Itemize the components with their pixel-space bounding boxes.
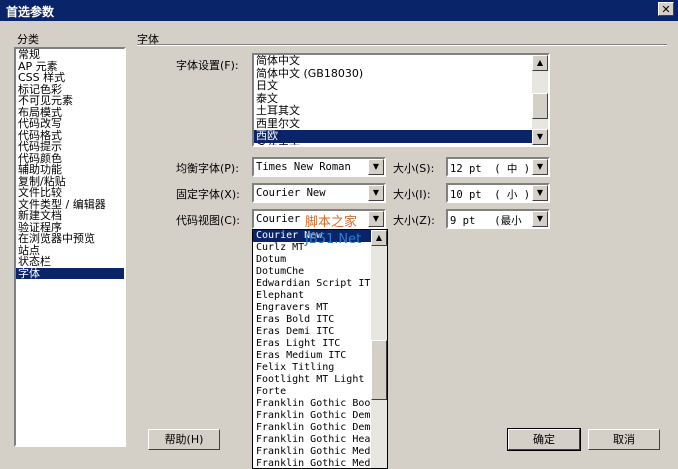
- fixed-size-value: 10 pt ( 小 ): [450, 189, 531, 201]
- category-item[interactable]: 代码提示: [16, 141, 124, 153]
- chevron-down-icon[interactable]: ▼: [368, 211, 384, 227]
- fixed-font-select[interactable]: Courier New ▼: [252, 183, 386, 203]
- encoding-option[interactable]: 日文: [254, 79, 548, 93]
- font-option[interactable]: Curlz MT: [253, 242, 371, 254]
- encoding-option[interactable]: 土耳其文: [254, 104, 548, 118]
- proportional-font-select[interactable]: Times New Roman ▼: [252, 157, 386, 177]
- encoding-option[interactable]: 西欧: [254, 129, 548, 143]
- font-option[interactable]: Footlight MT Light: [253, 374, 371, 386]
- font-option[interactable]: Franklin Gothic Book: [253, 398, 371, 410]
- window-title: 首选参数: [6, 5, 55, 19]
- fixed-font-value: Courier New: [256, 187, 326, 199]
- category-item[interactable]: 字体: [16, 267, 124, 279]
- encoding-option[interactable]: 简体中文 (GB18030): [254, 67, 548, 81]
- font-option[interactable]: Franklin Gothic Demi: [253, 410, 371, 422]
- proportional-font-value: Times New Roman: [256, 161, 351, 173]
- font-option[interactable]: Franklin Gothic Medium Cond: [253, 458, 371, 468]
- category-list[interactable]: 常规 AP 元素 CSS 样式 标记色彩 不可见元素 布局模式 代码改写 代码格式 代码提示 代码…: [14, 47, 126, 447]
- font-option[interactable]: Franklin Gothic Demi Cond: [253, 422, 371, 434]
- code-view-size-value: 9 pt (最小: [450, 215, 522, 227]
- proportional-size-value: 12 pt ( 中 ): [450, 163, 531, 175]
- category-item[interactable]: 不可见元素: [16, 95, 124, 107]
- category-item[interactable]: 新建文档: [16, 210, 124, 222]
- scroll-up-icon[interactable]: ▲: [371, 230, 387, 246]
- encoding-scrollbar[interactable]: ▲ ▼: [532, 55, 548, 145]
- font-option[interactable]: Eras Medium ITC: [253, 350, 371, 362]
- encoding-option[interactable]: 西里尔文: [254, 117, 548, 131]
- chevron-down-icon[interactable]: ▼: [532, 211, 548, 227]
- font-option[interactable]: Engravers MT: [253, 302, 371, 314]
- category-header: 分类: [17, 33, 39, 46]
- font-option[interactable]: Courier New: [253, 230, 371, 242]
- category-item[interactable]: 常规: [16, 49, 124, 61]
- encoding-listbox[interactable]: 简体中文简体中文 (GB18030)日文泰文土耳其文西里尔文西欧希伯来文 ▲ ▼: [252, 53, 550, 147]
- category-item[interactable]: 状态栏: [16, 256, 124, 268]
- close-button[interactable]: ✕: [658, 2, 674, 16]
- code-view-font-select[interactable]: Courier ▼: [252, 209, 386, 229]
- encoding-label: 字体设置(F):: [176, 59, 239, 72]
- font-option[interactable]: Edwardian Script ITC: [253, 278, 371, 290]
- size-label-fixed: 大小(I):: [393, 188, 431, 201]
- category-item[interactable]: 代码改写: [16, 118, 124, 130]
- font-option[interactable]: Eras Demi ITC: [253, 326, 371, 338]
- chevron-down-icon[interactable]: ▼: [368, 159, 384, 175]
- font-dropdown-list[interactable]: Courier New Curlz MT Dotum DotumChe Edwardia…: [252, 229, 388, 469]
- size-label-code: 大小(Z):: [393, 214, 435, 227]
- help-button[interactable]: 帮助(H): [148, 429, 220, 450]
- font-option[interactable]: Dotum: [253, 254, 371, 266]
- font-option[interactable]: Franklin Gothic Medium: [253, 446, 371, 458]
- font-option[interactable]: DotumChe: [253, 266, 371, 278]
- category-item[interactable]: CSS 样式: [16, 72, 124, 84]
- chevron-down-icon[interactable]: ▼: [532, 185, 548, 201]
- proportional-size-select[interactable]: 12 pt ( 中 ) ▼: [446, 157, 550, 177]
- encoding-option[interactable]: 简体中文: [254, 55, 548, 68]
- category-item[interactable]: 在浏览器中预览: [16, 233, 124, 245]
- font-option[interactable]: Eras Bold ITC: [253, 314, 371, 326]
- scroll-down-icon[interactable]: ▼: [532, 129, 548, 145]
- font-option[interactable]: Eras Light ITC: [253, 338, 371, 350]
- scroll-thumb[interactable]: [371, 340, 387, 400]
- font-option[interactable]: Forte: [253, 386, 371, 398]
- cancel-button[interactable]: 取消: [588, 429, 660, 450]
- encoding-option[interactable]: 希伯来文: [254, 142, 548, 145]
- code-view-font-label: 代码视图(C):: [176, 214, 240, 227]
- chevron-down-icon[interactable]: ▼: [532, 159, 548, 175]
- ok-button[interactable]: 确定: [507, 428, 581, 451]
- size-label-proportional: 大小(S):: [393, 162, 435, 175]
- code-view-size-select[interactable]: 9 pt (最小 ▼: [446, 209, 550, 229]
- proportional-font-label: 均衡字体(P):: [176, 162, 239, 175]
- scroll-up-icon[interactable]: ▲: [532, 55, 548, 71]
- fixed-font-label: 固定字体(X):: [176, 188, 240, 201]
- font-list-scrollbar[interactable]: ▲: [371, 230, 387, 468]
- font-option[interactable]: Franklin Gothic Heavy: [253, 434, 371, 446]
- category-item[interactable]: 文件比较: [16, 187, 124, 199]
- font-option[interactable]: Felix Titling: [253, 362, 371, 374]
- code-view-font-value: Courier: [256, 213, 301, 225]
- chevron-down-icon[interactable]: ▼: [368, 185, 384, 201]
- fixed-size-select[interactable]: 10 pt ( 小 ) ▼: [446, 183, 550, 203]
- scroll-thumb[interactable]: [532, 93, 548, 119]
- category-item[interactable]: 辅助功能: [16, 164, 124, 176]
- title-bar: 首选参数 ✕: [0, 0, 678, 21]
- section-divider: [137, 44, 667, 46]
- font-option[interactable]: Elephant: [253, 290, 371, 302]
